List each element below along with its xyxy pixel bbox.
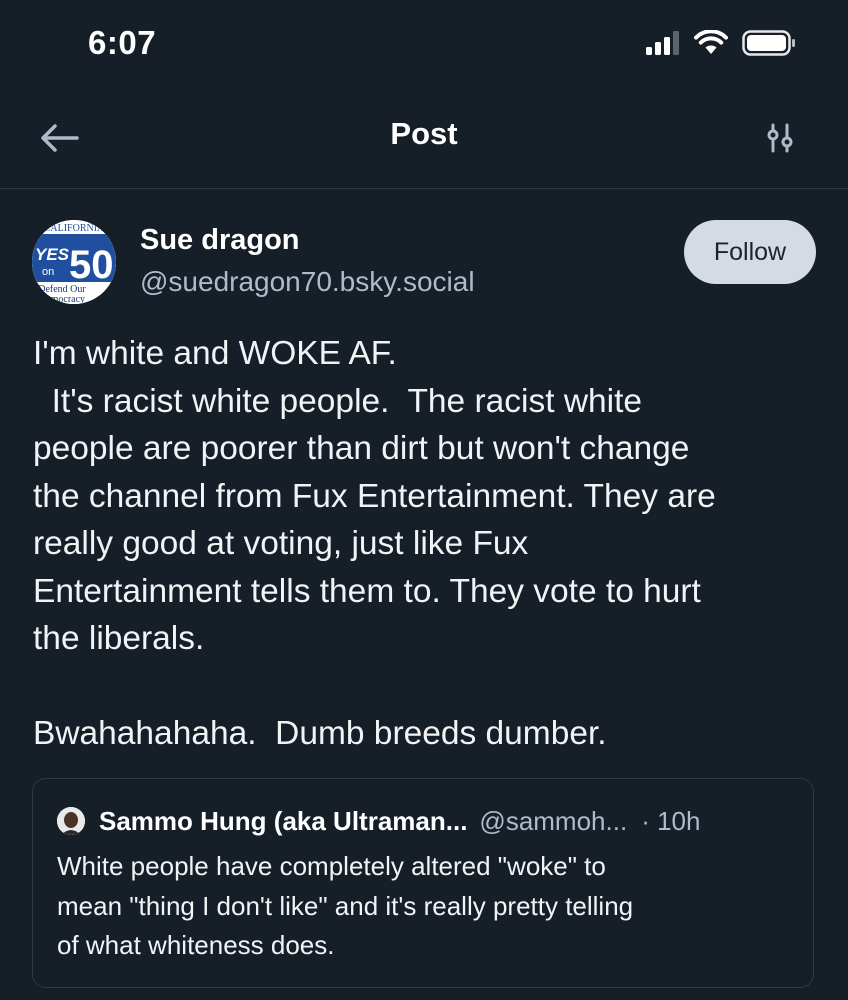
author-handle[interactable]: @suedragon70.bsky.social <box>140 266 475 298</box>
post-text-line <box>33 663 823 711</box>
thread-settings-button[interactable] <box>756 116 804 164</box>
author-avatar[interactable]: CALIFORNIA YES on 50 Defend Our Democrac… <box>32 220 116 304</box>
quoted-author-name: Sammo Hung (aka Ultraman... <box>99 805 468 836</box>
quoted-text-line: of what whiteness does. <box>57 930 335 960</box>
post-text-line: people are poorer than dirt but won't ch… <box>33 430 690 467</box>
sliders-icon <box>763 121 797 160</box>
cellular-signal-icon <box>646 31 680 60</box>
follow-button[interactable]: Follow <box>684 220 816 284</box>
avatar-number-text: 50 <box>69 243 114 287</box>
battery-icon <box>742 30 796 61</box>
post-header: Post <box>0 96 848 189</box>
avatar-bottom2-text: Democracy <box>39 294 85 304</box>
avatar-on-text: on <box>42 266 54 278</box>
page-title: Post <box>390 116 458 151</box>
post-text-line: I'm white and WOKE AF. <box>33 335 397 372</box>
post-text-line: really good at voting, just like Fux <box>33 525 529 562</box>
yes-on-50-logo: CALIFORNIA YES on 50 Defend Our Democrac… <box>32 220 116 304</box>
avatar-yes-text: YES <box>35 245 70 264</box>
post-text-line: It's racist white people. The racist whi… <box>33 382 643 420</box>
status-time: 6:07 <box>88 24 157 61</box>
post-text-line: the channel from Fux Entertainment. They… <box>33 477 716 515</box>
status-icons <box>646 29 796 61</box>
quoted-post-card[interactable]: Sammo Hung (aka Ultraman... @sammoh... ·… <box>32 778 814 988</box>
quoted-post-header: Sammo Hung (aka Ultraman... @sammoh... ·… <box>57 803 793 839</box>
post-text: I'm white and WOKE AF. It's racist white… <box>33 330 823 758</box>
quoted-text-line: mean "thing I don't like" and it's reall… <box>57 890 634 921</box>
avatar-top-text: CALIFORNIA <box>44 223 105 234</box>
quoted-author-handle: @sammoh... <box>479 805 628 836</box>
author-name[interactable]: Sue dragon <box>140 224 300 257</box>
quoted-author-avatar <box>57 807 85 835</box>
post-text-line: Entertainment tells them to. They vote t… <box>33 572 701 610</box>
quoted-post-text: White people have completely altered "wo… <box>57 847 797 966</box>
quoted-post-time: · 10h <box>641 805 701 836</box>
status-bar: 6:07 <box>0 0 848 96</box>
post-text-line: the liberals. <box>33 620 205 657</box>
post-text-line: Bwahahahaha. Dumb breeds dumber. <box>33 715 607 752</box>
quoted-text-line: White people have completely altered "wo… <box>57 851 606 881</box>
wifi-icon <box>694 29 728 61</box>
post-author-row: CALIFORNIA YES on 50 Defend Our Democrac… <box>0 218 848 308</box>
post-screen: 6:07 Post CALIFORNIA YES on 50 Defend Ou… <box>0 0 848 1000</box>
